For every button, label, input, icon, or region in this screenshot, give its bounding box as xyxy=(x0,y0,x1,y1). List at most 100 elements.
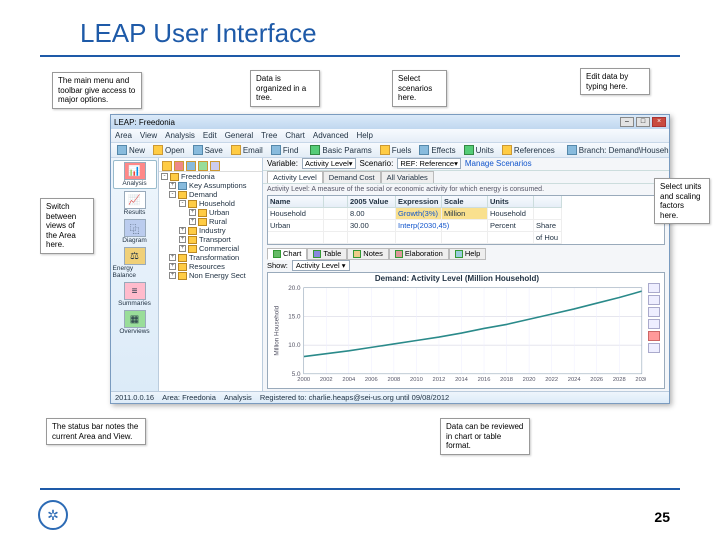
toolbar-references[interactable]: References xyxy=(500,145,557,155)
callout-status: The status bar notes the current Area an… xyxy=(46,418,146,445)
toolbar-email[interactable]: Email xyxy=(229,145,265,155)
sidebar-analysis[interactable]: 📊Analysis xyxy=(113,160,157,189)
menu-view[interactable]: View xyxy=(140,131,157,140)
menu-general[interactable]: General xyxy=(225,131,253,140)
chart-tab-notes[interactable]: Notes xyxy=(347,248,389,260)
toolbar-new[interactable]: New xyxy=(115,145,147,155)
save-icon xyxy=(193,145,203,155)
tree-node[interactable]: +Key Assumptions xyxy=(159,181,262,190)
chart-svg: 5.010.015.020.02000200220042006200820102… xyxy=(268,273,646,389)
sidebar-diagram[interactable]: ⿻Diagram xyxy=(113,218,157,245)
svg-text:2024: 2024 xyxy=(568,377,582,383)
tree-node[interactable]: +Commercial xyxy=(159,244,262,253)
tree-node[interactable]: -Freedonia xyxy=(159,172,262,181)
chart-tool-4[interactable] xyxy=(648,319,660,329)
chart-tool-6[interactable] xyxy=(648,343,660,353)
menu-area[interactable]: Area xyxy=(115,131,132,140)
tree-add-icon[interactable] xyxy=(162,161,172,171)
col-name[interactable]: Name xyxy=(268,196,324,208)
chart-title: Demand: Activity Level (Million Househol… xyxy=(268,274,646,283)
variable-hint: Activity Level: A measure of the social … xyxy=(263,184,669,195)
maximize-button[interactable]: □ xyxy=(636,117,650,127)
svg-text:2012: 2012 xyxy=(433,377,446,383)
menu-edit[interactable]: Edit xyxy=(203,131,217,140)
col-ext[interactable] xyxy=(534,196,562,208)
tab-demand-cost[interactable]: Demand Cost xyxy=(323,171,381,183)
col-scale[interactable]: Scale xyxy=(442,196,488,208)
units-icon xyxy=(464,145,474,155)
status-view: Analysis xyxy=(224,393,252,402)
page-number: 25 xyxy=(654,509,670,525)
tree-node[interactable]: +Transport xyxy=(159,235,262,244)
table-row: Household 8.00 Growth(3%) Million Househ… xyxy=(268,208,664,220)
tree-node[interactable]: +Transformation xyxy=(159,253,262,262)
menu-advanced[interactable]: Advanced xyxy=(313,131,349,140)
tree-up-icon[interactable] xyxy=(198,161,208,171)
menu-analysis[interactable]: Analysis xyxy=(165,131,195,140)
tree-node[interactable]: -Demand xyxy=(159,190,262,199)
chart-tool-2[interactable] xyxy=(648,295,660,305)
svg-text:20.0: 20.0 xyxy=(288,284,301,291)
tree-node[interactable]: +Rural xyxy=(159,217,262,226)
tree-node[interactable]: +Industry xyxy=(159,226,262,235)
new-icon xyxy=(117,145,127,155)
col-blank[interactable] xyxy=(324,196,348,208)
sidebar-overviews[interactable]: ▦Overviews xyxy=(113,309,157,336)
tree-panel: -Freedonia+Key Assumptions-Demand-Househ… xyxy=(159,158,263,391)
toolbar-fuels[interactable]: Fuels xyxy=(378,145,414,155)
toolbar-branch[interactable]: Branch: Demand\Household… xyxy=(565,145,669,155)
chart-tab-table[interactable]: Table xyxy=(307,248,347,260)
chart-area: Chart Table Notes Elaboration Help Show:… xyxy=(267,248,665,390)
col-expr[interactable]: Expression xyxy=(396,196,442,208)
menu-help[interactable]: Help xyxy=(356,131,372,140)
sidebar-results[interactable]: 📈Results xyxy=(113,190,157,217)
col-value[interactable]: 2005 Value xyxy=(348,196,396,208)
chart-tab-help[interactable]: Help xyxy=(449,248,486,260)
chart-tool-3[interactable] xyxy=(648,307,660,317)
scenario-select[interactable]: REF: Reference ▾ xyxy=(397,158,461,169)
close-button[interactable]: × xyxy=(652,117,666,127)
chart-tab-chart[interactable]: Chart xyxy=(267,248,307,260)
toolbar-effects[interactable]: Effects xyxy=(417,145,457,155)
menu-tree[interactable]: Tree xyxy=(261,131,277,140)
callout-scenario: Select scenarios here. xyxy=(392,70,447,107)
toolbar-basicparams[interactable]: Basic Params xyxy=(308,145,373,155)
svg-text:2022: 2022 xyxy=(545,377,558,383)
tree-del-icon[interactable] xyxy=(174,161,184,171)
tree-node[interactable]: +Urban xyxy=(159,208,262,217)
svg-text:2028: 2028 xyxy=(613,377,626,383)
col-units[interactable]: Units xyxy=(488,196,534,208)
toolbar-find[interactable]: Find xyxy=(269,145,301,155)
svg-text:2020: 2020 xyxy=(523,377,536,383)
menubar: Area View Analysis Edit General Tree Cha… xyxy=(111,129,669,142)
callout-review: Data can be reviewed in chart or table f… xyxy=(440,418,530,455)
sidebar-energy-balance[interactable]: ⚖Energy Balance xyxy=(113,246,157,280)
manage-scenarios-link[interactable]: Manage Scenarios xyxy=(465,159,532,168)
svg-text:2010: 2010 xyxy=(410,377,423,383)
variable-select[interactable]: Activity Level ▾ xyxy=(302,158,356,169)
toolbar-units[interactable]: Units xyxy=(462,145,496,155)
titlebar[interactable]: LEAP: Freedonia – □ × xyxy=(111,115,669,129)
table-row: of Hou xyxy=(268,232,664,244)
menu-chart[interactable]: Chart xyxy=(285,131,305,140)
tree-node[interactable]: +Resources xyxy=(159,262,262,271)
toolbar-save[interactable]: Save xyxy=(191,145,225,155)
tree-dn-icon[interactable] xyxy=(210,161,220,171)
tree-node[interactable]: +Non Energy Sect xyxy=(159,271,262,280)
tab-all-variables[interactable]: All Variables xyxy=(381,171,434,183)
chart-tool-5[interactable] xyxy=(648,331,660,341)
data-grid[interactable]: Name 2005 Value Expression Scale Units H… xyxy=(267,195,665,245)
chelp-icon xyxy=(455,250,463,258)
tab-activity-level[interactable]: Activity Level xyxy=(267,171,323,183)
chart-tool-1[interactable] xyxy=(648,283,660,293)
open-icon xyxy=(153,145,163,155)
sidebar-summaries[interactable]: ≡Summaries xyxy=(113,281,157,308)
minimize-button[interactable]: – xyxy=(620,117,634,127)
chart-tab-elaboration[interactable]: Elaboration xyxy=(389,248,449,260)
variable-label: Variable: xyxy=(267,159,298,168)
tree-node[interactable]: -Household xyxy=(159,199,262,208)
fuels-icon xyxy=(380,145,390,155)
toolbar-open[interactable]: Open xyxy=(151,145,187,155)
chart-show-select[interactable]: Activity Level ▾ xyxy=(292,260,350,271)
tree-copy-icon[interactable] xyxy=(186,161,196,171)
